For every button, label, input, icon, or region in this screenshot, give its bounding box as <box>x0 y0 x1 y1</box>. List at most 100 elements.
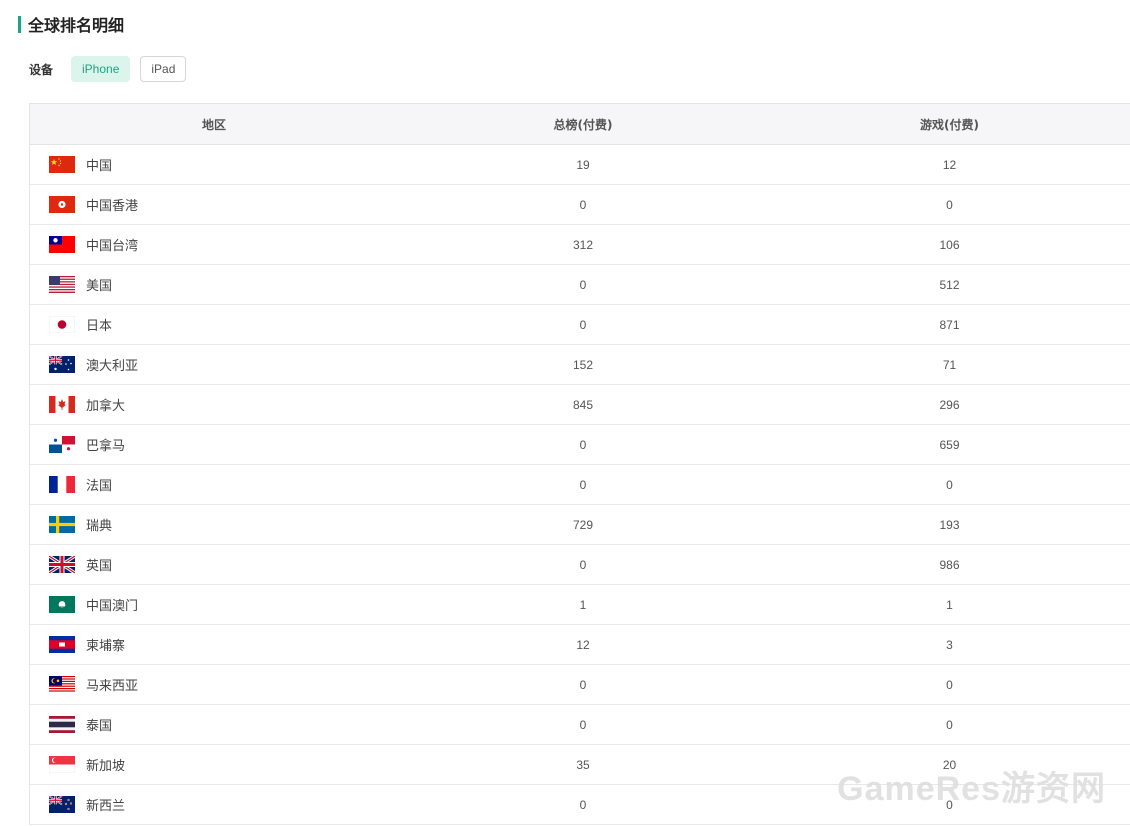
region-name: 中国香港 <box>86 199 139 214</box>
region-cell: 柬埔寨 <box>30 635 398 654</box>
games-paid-rank: 0 <box>946 477 953 492</box>
overall-paid-rank: 729 <box>572 517 594 532</box>
page-title: 全球排名明细 <box>28 16 125 35</box>
gb-flag-icon <box>49 556 75 573</box>
overall-paid-rank: 152 <box>572 357 594 372</box>
region-cell: 中国 <box>30 155 398 174</box>
region-name: 中国澳门 <box>86 599 139 614</box>
sg-flag-icon <box>49 756 75 773</box>
region-name: 巴拿马 <box>86 439 126 454</box>
device-label: 设备 <box>29 62 54 77</box>
table-row: 马来西亚 0 0 <box>30 665 1130 705</box>
jp-flag-icon <box>49 316 75 333</box>
overall-paid-rank: 0 <box>579 717 587 732</box>
overall-paid-rank: 0 <box>579 797 587 812</box>
games-paid-rank: 71 <box>942 357 957 372</box>
table-row: 柬埔寨 12 3 <box>30 625 1130 665</box>
table-row: 瑞典 729 193 <box>30 505 1130 545</box>
table-row: 日本 0 871 <box>30 305 1130 345</box>
region-name: 新加坡 <box>86 759 126 774</box>
games-paid-rank: 512 <box>939 277 960 292</box>
region-cell: 英国 <box>30 555 398 574</box>
table-row: 泰国 0 0 <box>30 705 1130 745</box>
region-name: 瑞典 <box>86 519 113 534</box>
region-cell: 马来西亚 <box>30 675 398 694</box>
region-cell: 巴拿马 <box>30 435 398 454</box>
overall-paid-rank: 12 <box>576 637 590 652</box>
au-flag-icon <box>49 356 75 373</box>
table-row: 英国 0 986 <box>30 545 1130 585</box>
region-cell: 中国台湾 <box>30 235 398 254</box>
region-cell: 日本 <box>30 315 398 334</box>
ranking-table: 地区 总榜(付费) 游戏(付费) 中国 19 12 中国香港 0 0 中国台湾 312 106 美… <box>29 103 1130 825</box>
region-name: 日本 <box>86 319 113 334</box>
table-row: 法国 0 0 <box>30 465 1130 505</box>
games-paid-rank: 1 <box>946 597 953 612</box>
header-games-paid: 游戏(付费) <box>920 117 979 132</box>
region-cell: 澳大利亚 <box>30 355 398 374</box>
region-cell: 中国香港 <box>30 195 398 214</box>
fr-flag-icon <box>49 476 75 493</box>
games-paid-rank: 659 <box>939 437 960 452</box>
region-name: 法国 <box>86 479 113 494</box>
games-paid-rank: 106 <box>939 237 960 252</box>
overall-paid-rank: 312 <box>572 237 594 252</box>
region-name: 新西兰 <box>86 799 126 814</box>
games-paid-rank: 12 <box>942 157 957 172</box>
hk-flag-icon <box>49 196 75 213</box>
mo-flag-icon <box>49 596 75 613</box>
device-filter: 设备 iPhone iPad <box>29 56 196 82</box>
overall-paid-rank: 1 <box>579 597 587 612</box>
kh-flag-icon <box>49 636 75 653</box>
region-cell: 法国 <box>30 475 398 494</box>
games-paid-rank: 193 <box>939 517 960 532</box>
my-flag-icon <box>49 676 75 693</box>
table-row: 新西兰 0 0 <box>30 785 1130 825</box>
table-row: 澳大利亚 152 71 <box>30 345 1130 385</box>
table-row: 中国澳门 1 1 <box>30 585 1130 625</box>
ca-flag-icon <box>49 396 75 413</box>
region-cell: 新加坡 <box>30 755 398 774</box>
tw-flag-icon <box>49 236 75 253</box>
overall-paid-rank: 845 <box>572 397 594 412</box>
header-overall-paid: 总榜(付费) <box>553 117 613 132</box>
overall-paid-rank: 0 <box>579 437 587 452</box>
device-chip-iphone[interactable]: iPhone <box>71 56 131 82</box>
games-paid-rank: 0 <box>946 797 953 812</box>
table-row: 美国 0 512 <box>30 265 1130 305</box>
table-header: 地区 总榜(付费) 游戏(付费) <box>30 104 1130 145</box>
table-row: 巴拿马 0 659 <box>30 425 1130 465</box>
region-cell: 新西兰 <box>30 795 398 814</box>
games-paid-rank: 0 <box>946 677 953 692</box>
games-paid-rank: 986 <box>939 557 960 572</box>
region-name: 中国 <box>86 159 113 174</box>
region-cell: 泰国 <box>30 715 398 734</box>
us-flag-icon <box>49 276 75 293</box>
region-name: 澳大利亚 <box>86 359 139 374</box>
region-name: 马来西亚 <box>86 679 139 694</box>
overall-paid-rank: 0 <box>579 557 587 572</box>
title-accent-bar <box>18 15 21 33</box>
table-row: 加拿大 845 296 <box>30 385 1130 425</box>
overall-paid-rank: 0 <box>579 677 587 692</box>
overall-paid-rank: 19 <box>576 157 590 172</box>
region-cell: 瑞典 <box>30 515 398 534</box>
region-name: 中国台湾 <box>86 239 139 254</box>
region-cell: 加拿大 <box>30 395 398 414</box>
games-paid-rank: 20 <box>942 757 957 772</box>
table-row: 新加坡 35 20 <box>30 745 1130 785</box>
device-chip-ipad[interactable]: iPad <box>140 56 187 82</box>
table-row: 中国香港 0 0 <box>30 185 1130 225</box>
games-paid-rank: 0 <box>946 197 953 212</box>
th-flag-icon <box>49 716 75 733</box>
games-paid-rank: 296 <box>939 397 960 412</box>
table-row: 中国 19 12 <box>30 145 1130 185</box>
overall-paid-rank: 35 <box>576 757 590 772</box>
pa-flag-icon <box>49 436 75 453</box>
region-name: 加拿大 <box>86 399 126 414</box>
overall-paid-rank: 0 <box>579 197 587 212</box>
region-name: 柬埔寨 <box>86 639 126 654</box>
se-flag-icon <box>49 516 75 533</box>
games-paid-rank: 3 <box>946 637 953 652</box>
overall-paid-rank: 0 <box>579 477 587 492</box>
